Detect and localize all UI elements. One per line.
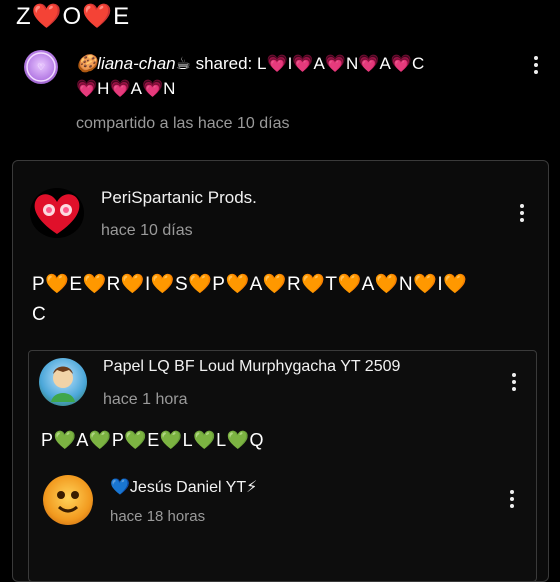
comment2-author[interactable]: 💙Jesús Daniel YT⚡ bbox=[110, 477, 257, 497]
post-author-avatar[interactable] bbox=[30, 188, 84, 238]
post-text-line1: P🧡E🧡R🧡I🧡S🧡P🧡A🧡R🧡T🧡A🧡N🧡I🧡 bbox=[32, 274, 468, 295]
sharer-username[interactable]: 🍪liana-chan☕ bbox=[76, 54, 191, 73]
post-more-menu-icon[interactable] bbox=[517, 204, 527, 222]
share-action: shared: bbox=[190, 54, 258, 73]
post-timestamp: hace 10 días bbox=[101, 222, 193, 239]
post-text-line2: C bbox=[32, 304, 47, 325]
character-avatar-icon bbox=[57, 491, 79, 513]
svg-text:♡: ♡ bbox=[37, 62, 45, 72]
post-author-name[interactable]: PeriSpartanic Prods. bbox=[101, 188, 257, 208]
comment1-avatar[interactable] bbox=[39, 358, 87, 406]
comment1-text: P💚A💚P💚E💚L💚L💚Q bbox=[41, 430, 265, 450]
sharer-avatar[interactable]: ♡ bbox=[24, 50, 58, 84]
page-title: Z❤️O❤️E bbox=[16, 3, 131, 30]
share-timestamp: compartido a las hace 10 días bbox=[76, 115, 290, 132]
shared-title-line1: L💗I💗A💗N💗A💗C bbox=[257, 54, 425, 73]
comment1-timestamp: hace 1 hora bbox=[103, 391, 188, 408]
heart-avatar-icon bbox=[34, 194, 80, 234]
comment2-avatar[interactable] bbox=[43, 475, 93, 525]
share-more-menu-icon[interactable] bbox=[531, 56, 541, 74]
comment-thread bbox=[28, 350, 537, 582]
comment2-more-menu-icon[interactable] bbox=[507, 490, 517, 508]
character-avatar-icon bbox=[51, 366, 75, 402]
comment1-more-menu-icon[interactable] bbox=[509, 373, 519, 391]
comment2-timestamp: hace 18 horas bbox=[110, 508, 206, 525]
comment1-author[interactable]: Papel LQ BF Loud Murphygacha YT 2509 bbox=[103, 358, 400, 376]
share-header: 🍪liana-chan☕ shared: L💗I💗A💗N💗A💗C bbox=[76, 52, 424, 76]
shared-title-line2: 💗H💗A💗N bbox=[76, 79, 176, 98]
avatar-art-icon: ♡ bbox=[26, 52, 56, 82]
